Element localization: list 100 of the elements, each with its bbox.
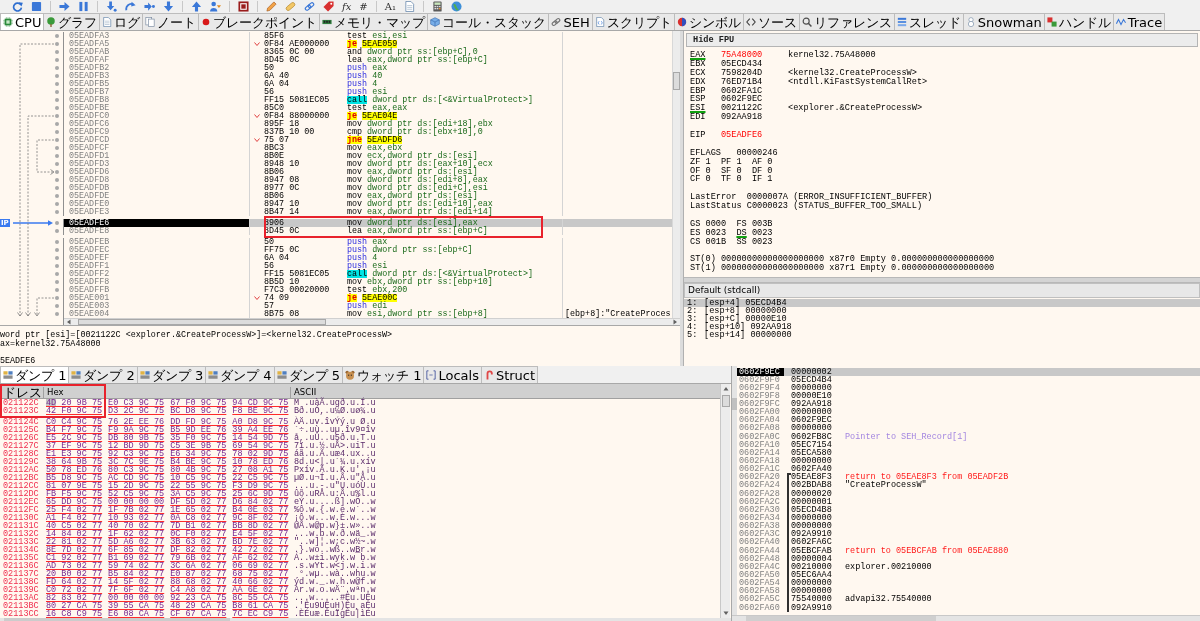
arrow-up-icon[interactable] [191,1,202,12]
calling-convention-header[interactable]: Default (stdcall) [684,283,1200,298]
row-dot-icon[interactable] [55,256,59,260]
row-dot-icon[interactable] [55,272,59,276]
row-dot-icon[interactable] [55,264,59,268]
row-dot-icon[interactable] [55,162,59,166]
tab[interactable]: Snowman [962,13,1045,30]
row-dot-icon[interactable] [55,42,59,46]
row-dot-icon[interactable] [55,312,59,316]
row-dot-icon[interactable] [55,82,59,86]
scrollbar-thumb[interactable] [673,72,680,90]
row-dot-icon[interactable] [55,178,59,182]
row-dot-icon[interactable] [55,50,59,54]
row-dot-icon[interactable] [55,58,59,62]
scrollbar-thumb[interactable] [721,395,730,407]
row-dot-icon[interactable] [55,288,59,292]
document-icon [102,17,113,27]
tab[interactable]: ブレークポイント [198,13,321,30]
tab[interactable]: ログ [99,13,144,30]
square-icon[interactable] [238,1,249,12]
row-dot-icon[interactable] [55,229,59,233]
tab[interactable]: シンボル [673,13,744,30]
row-dot-icon[interactable] [55,146,59,150]
ascii-text: ...w.b.w.ð.wä_.w [294,529,376,539]
tab[interactable]: CPU [0,13,45,30]
row-dot-icon[interactable] [55,280,59,284]
person-icon[interactable] [210,1,221,12]
hide-fpu-button[interactable]: Hide FPU [686,33,1198,47]
row-dot-icon[interactable] [55,194,59,198]
pause-icon[interactable] [78,1,89,12]
scrollbar-thumb[interactable] [732,398,737,410]
row-dot-icon[interactable] [55,98,59,102]
tab[interactable]: ダンプ 4 [205,366,275,383]
bandage-icon[interactable] [285,1,296,12]
vertical-scrollbar[interactable] [732,366,737,615]
row-dot-icon[interactable] [55,122,59,126]
vertical-scrollbar[interactable] [672,31,680,318]
tab[interactable]: ウォッチ 1 [342,366,425,383]
curved-arrow-icon[interactable] [125,1,136,12]
triangle-left-icon[interactable] [66,319,72,325]
tab[interactable]: ハンドル [1043,13,1114,30]
triangle-right-icon[interactable] [672,319,678,325]
link-icon[interactable] [304,1,315,12]
tab[interactable]: Trace [1112,13,1166,30]
scrollbar-thumb[interactable] [4,618,230,621]
tab[interactable]: Locals [423,366,482,383]
tab[interactable]: SEH [548,13,593,30]
toolbar-button[interactable]: A₁ [384,0,396,13]
arrow-down-icon[interactable] [163,1,174,12]
tab[interactable]: リファレンス [798,13,895,30]
tab[interactable]: ダンプ 5 [273,366,344,383]
tab[interactable]: スクリプト [591,13,675,30]
horizontal-scrollbar[interactable] [732,615,1200,621]
selected-row[interactable]: 0602F9EC 00000002 [737,367,1200,376]
tab[interactable]: メモリ・マップ [319,13,429,30]
row-dot-icon[interactable] [55,106,59,110]
horizontal-scrollbar[interactable] [0,618,731,621]
row-dot-icon[interactable] [55,248,59,252]
scrollbar-thumb[interactable] [746,616,936,621]
toolbar-button[interactable]: fx [342,0,352,13]
selected-row[interactable]: 1: [esp+4] 05ECD4B4 [684,298,1200,307]
triangle-down-icon[interactable] [722,610,729,616]
row-dot-icon[interactable] [55,114,59,118]
row-dot-icon[interactable] [55,170,59,174]
tab[interactable]: ダンプ 3 [136,366,207,383]
hex-group: BC D8 9C 75 [170,407,227,415]
tab[interactable]: コール・スタック [427,13,550,30]
row-dot-icon[interactable] [55,154,59,158]
row-dot-icon[interactable] [55,202,59,206]
row-dot-icon[interactable] [55,66,59,70]
tab[interactable]: スレッド [893,13,964,30]
row-dot-icon[interactable] [55,34,59,38]
arrow-right-icon[interactable] [59,1,70,12]
stack-address: 0602FA24 [738,481,781,490]
tab[interactable]: ソース [742,13,800,30]
row-dot-icon[interactable] [55,138,59,142]
row-dot-icon[interactable] [55,210,59,214]
row-dot-icon[interactable] [55,90,59,94]
tag-icon[interactable] [323,1,334,12]
row-dot-icon[interactable] [55,304,59,308]
row-dot-icon[interactable] [55,74,59,78]
row-dot-icon[interactable] [55,240,59,244]
row-dot-icon[interactable] [55,221,59,225]
scrollbar-thumb[interactable] [78,319,326,325]
document-icon[interactable] [403,1,415,12]
row-dot-icon[interactable] [55,186,59,190]
stop-icon[interactable] [31,1,42,12]
vertical-scrollbar[interactable] [720,384,730,618]
globe-icon[interactable] [450,1,462,12]
tab[interactable]: グラフ [43,13,101,30]
row-dot-icon[interactable] [55,296,59,300]
triangle-up-icon[interactable] [722,386,729,392]
toolbar-button[interactable]: # [359,0,368,13]
tab[interactable]: Struct [480,366,539,383]
tab[interactable]: ノート [142,13,200,30]
calculator-icon[interactable] [431,1,443,12]
row-dot-icon[interactable] [55,130,59,134]
tab[interactable]: ダンプ 2 [68,366,138,383]
tab[interactable]: ダンプ 1 [0,366,70,383]
circular-arrow-icon[interactable] [12,1,23,12]
